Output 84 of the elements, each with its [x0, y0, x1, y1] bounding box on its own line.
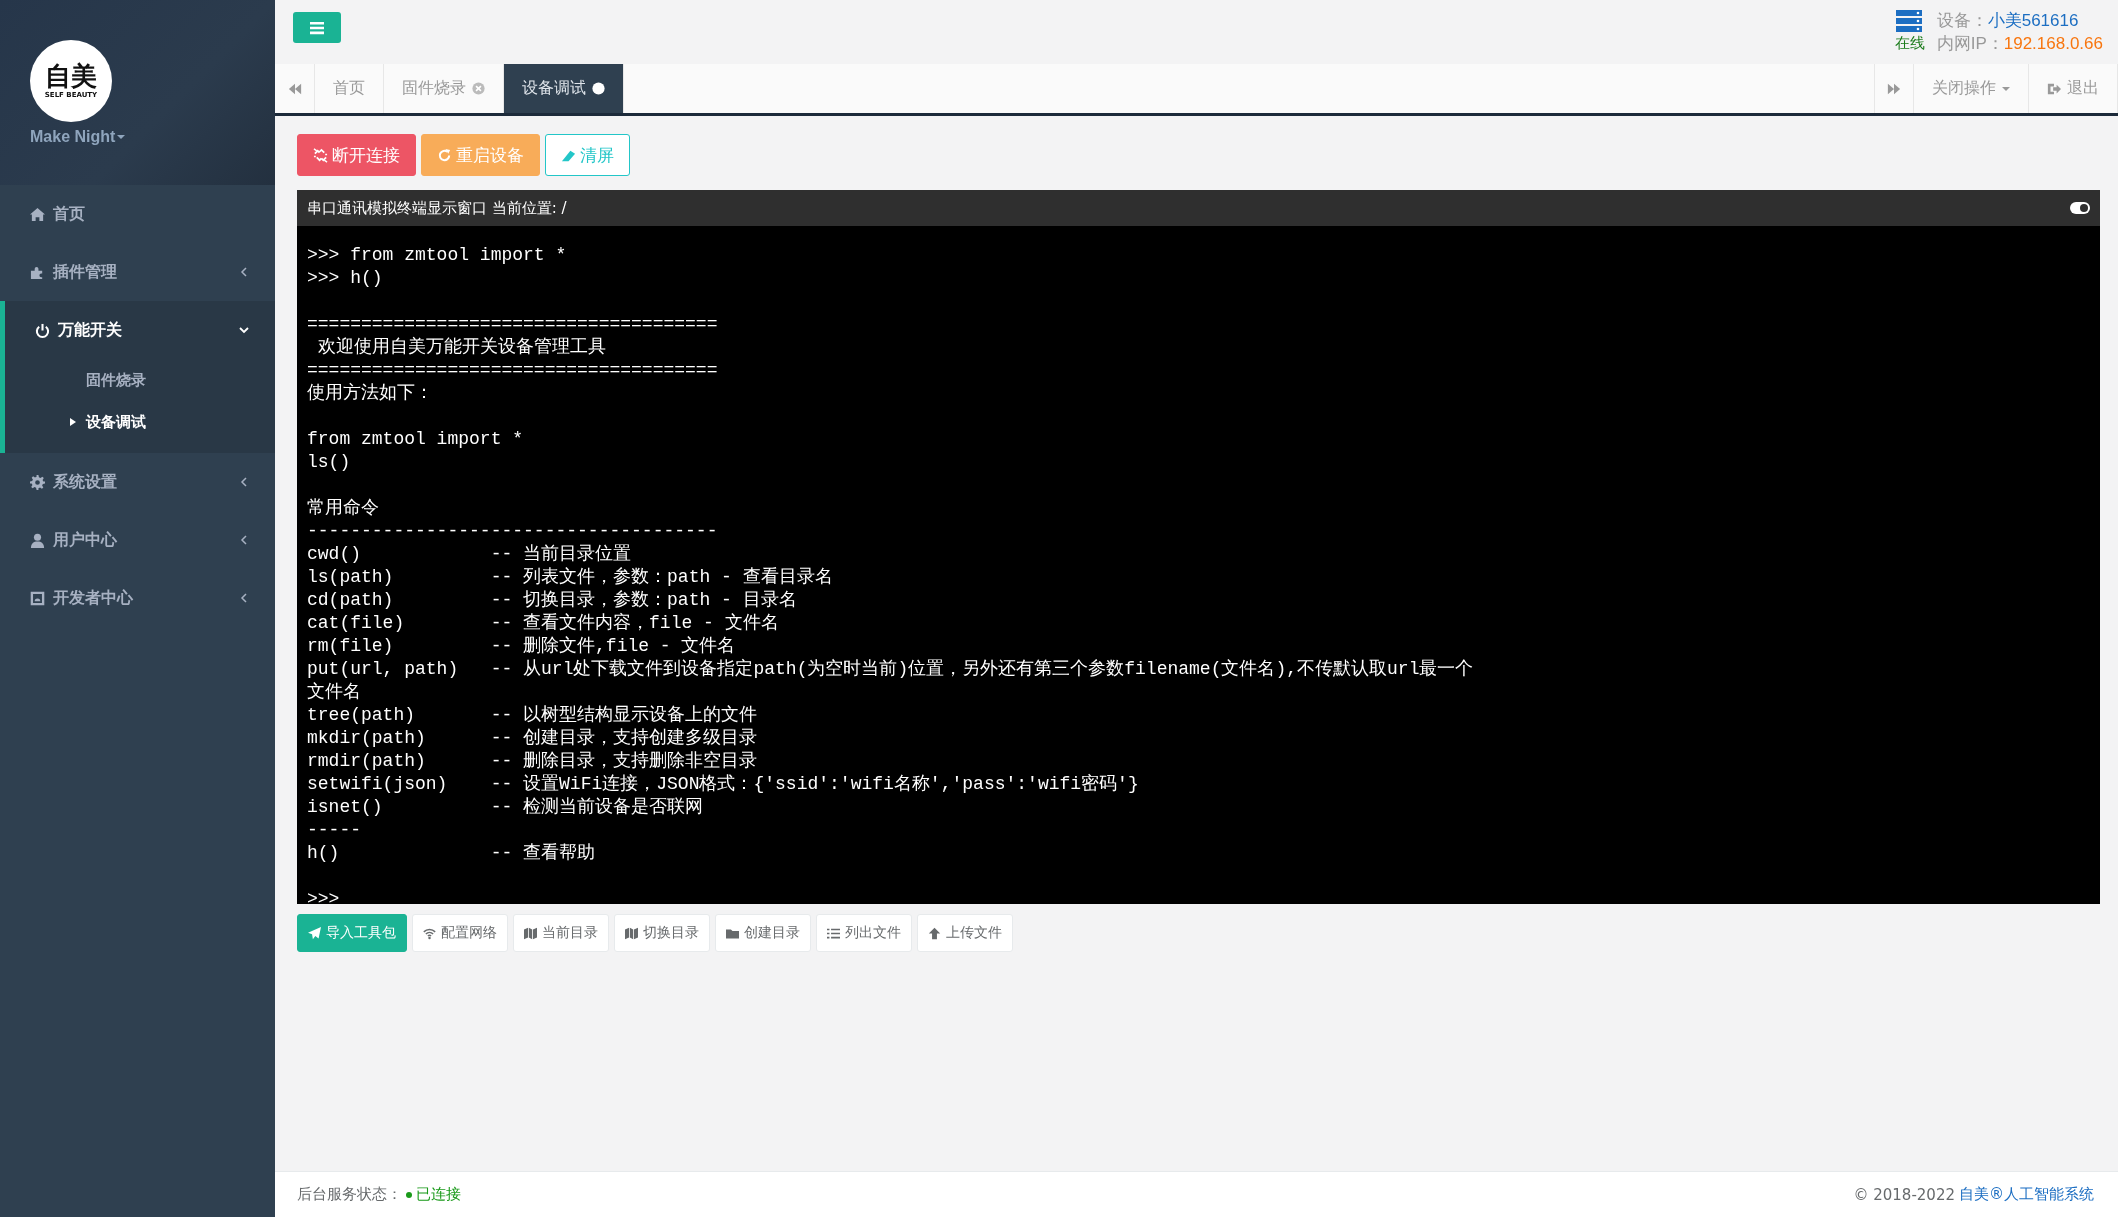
terminal-line: h() -- 查看帮助: [307, 842, 596, 865]
toolbar-button[interactable]: 配置网络: [412, 914, 508, 952]
service-status: 已连接: [416, 1185, 461, 1204]
terminal-title: 串口通讯模拟终端显示窗口 当前位置: /: [307, 198, 567, 218]
double-right-icon: [1887, 81, 1901, 96]
terminal-line: rm(file) -- 删除文件,file - 文件名: [307, 635, 736, 658]
toolbar-button[interactable]: 导入工具包: [297, 914, 407, 952]
broken-link-icon: [313, 147, 328, 163]
terminal-line: >>> from zmtool import *: [307, 244, 567, 267]
copyright-text: © 2018-2022: [1853, 1185, 1955, 1204]
chevron-left-icon: [239, 535, 249, 545]
gear-icon: [30, 474, 45, 490]
map-icon: [625, 926, 638, 940]
terminal-line: setwifi(json) -- 设置WiFi连接，JSON格式：{'ssid':'wifi名称','pass':'wifi密码'}: [307, 773, 1139, 796]
terminal-line: ======================================: [307, 313, 718, 336]
list-icon: [827, 926, 840, 940]
terminal-line: ls(): [307, 451, 351, 474]
terminal-line: ls(path) -- 列表文件，参数：path - 查看目录名: [307, 566, 833, 589]
submenu-item[interactable]: 固件烧录: [5, 359, 275, 401]
terminal-line: 常用命令: [307, 497, 379, 520]
terminal-line: cd(path) -- 切换目录，参数：path - 目录名: [307, 589, 797, 612]
user-icon: [30, 532, 45, 548]
sidebar-item[interactable]: 首页: [0, 185, 275, 243]
terminal-line: -----: [307, 819, 361, 842]
triangle-icon: [70, 418, 76, 426]
chevron-left-icon: [239, 593, 249, 603]
toolbar-button[interactable]: 上传文件: [917, 914, 1013, 952]
scroll-right-button[interactable]: [1874, 64, 1914, 113]
caret-icon: [2002, 86, 2010, 91]
toolbar-button[interactable]: 列出文件: [816, 914, 912, 952]
terminal-line: >>> h(): [307, 267, 383, 290]
terminal-line: 欢迎使用自美万能开关设备管理工具: [316, 336, 606, 359]
sidebar-item[interactable]: 系统设置: [0, 453, 275, 511]
logo-mark: 自美: [45, 63, 97, 89]
sign-out-icon: [2047, 81, 2061, 96]
terminal-line: from zmtool import *: [307, 428, 524, 451]
terminal-line: 文件名: [307, 681, 361, 704]
terminal-line: >>>: [307, 888, 340, 911]
power-icon: [35, 322, 50, 338]
chevron-down-icon: [239, 325, 249, 335]
terminal-line: cat(file) -- 查看文件内容，file - 文件名: [307, 612, 779, 635]
user-menu[interactable]: Make Night: [30, 128, 126, 146]
terminal-line: ======================================: [307, 359, 718, 382]
submenu-item[interactable]: 设备调试: [5, 401, 275, 443]
menu-icon: [309, 20, 325, 35]
terminal-line: --------------------------------------: [307, 520, 718, 543]
paper-plane-icon: [308, 926, 321, 940]
toggle-switch[interactable]: [2070, 202, 2090, 214]
terminal-line: put(url, path) -- 从url处下载文件到设备指定path(为空时当前)位置，另外还有第三个参数filename(文件名),不传默认取url最一个: [307, 658, 1474, 681]
chevron-left-icon: [239, 477, 249, 487]
sidebar-item[interactable]: 万能开关: [5, 301, 275, 359]
toolbar-button[interactable]: 切换目录: [614, 914, 710, 952]
sidebar-item[interactable]: 插件管理: [0, 243, 275, 301]
terminal-line: tree(path) -- 以树型结构显示设备上的文件: [307, 704, 758, 727]
terminal-line: mkdir(path) -- 创建目录，支持创建多级目录: [307, 727, 758, 750]
tab[interactable]: 设备调试: [504, 64, 624, 113]
terminal-line: isnet() -- 检测当前设备是否联网: [307, 796, 704, 819]
server-icon: [1894, 9, 1923, 32]
service-status-label: 后台服务状态：: [297, 1185, 402, 1204]
sidebar-item[interactable]: 用户中心: [0, 511, 275, 569]
caret-icon: [117, 135, 126, 139]
device-name: 小美561616: [1987, 11, 2079, 30]
terminal-line: cwd() -- 当前目录位置: [307, 543, 632, 566]
ip-address: 192.168.0.66: [2003, 34, 2103, 53]
folder-icon: [726, 926, 739, 940]
terminal-line: rmdir(path) -- 删除目录，支持删除非空目录: [307, 750, 758, 773]
refresh-icon: [437, 147, 452, 163]
puzzle-icon: [30, 264, 45, 280]
online-status: 在线: [1894, 34, 1925, 53]
chevron-left-icon: [239, 267, 249, 277]
home-icon: [30, 206, 45, 222]
sidebar-item[interactable]: 开发者中心: [0, 569, 275, 627]
action-button[interactable]: 断开连接: [297, 134, 416, 176]
terminal-line: 使用方法如下：: [307, 382, 433, 405]
double-left-icon: [287, 81, 302, 96]
toolbar-button[interactable]: 当前目录: [513, 914, 609, 952]
map-icon: [524, 926, 537, 940]
wifi-icon: [423, 926, 436, 940]
up-arrow-icon: [928, 926, 941, 940]
device-label: 设备：: [1936, 11, 1988, 30]
toolbar-button[interactable]: 创建目录: [715, 914, 811, 952]
footer-link[interactable]: 自美®人工智能系统: [1959, 1185, 2094, 1204]
menu-button[interactable]: [293, 12, 341, 43]
ip-label: 内网IP：: [1936, 34, 2004, 53]
